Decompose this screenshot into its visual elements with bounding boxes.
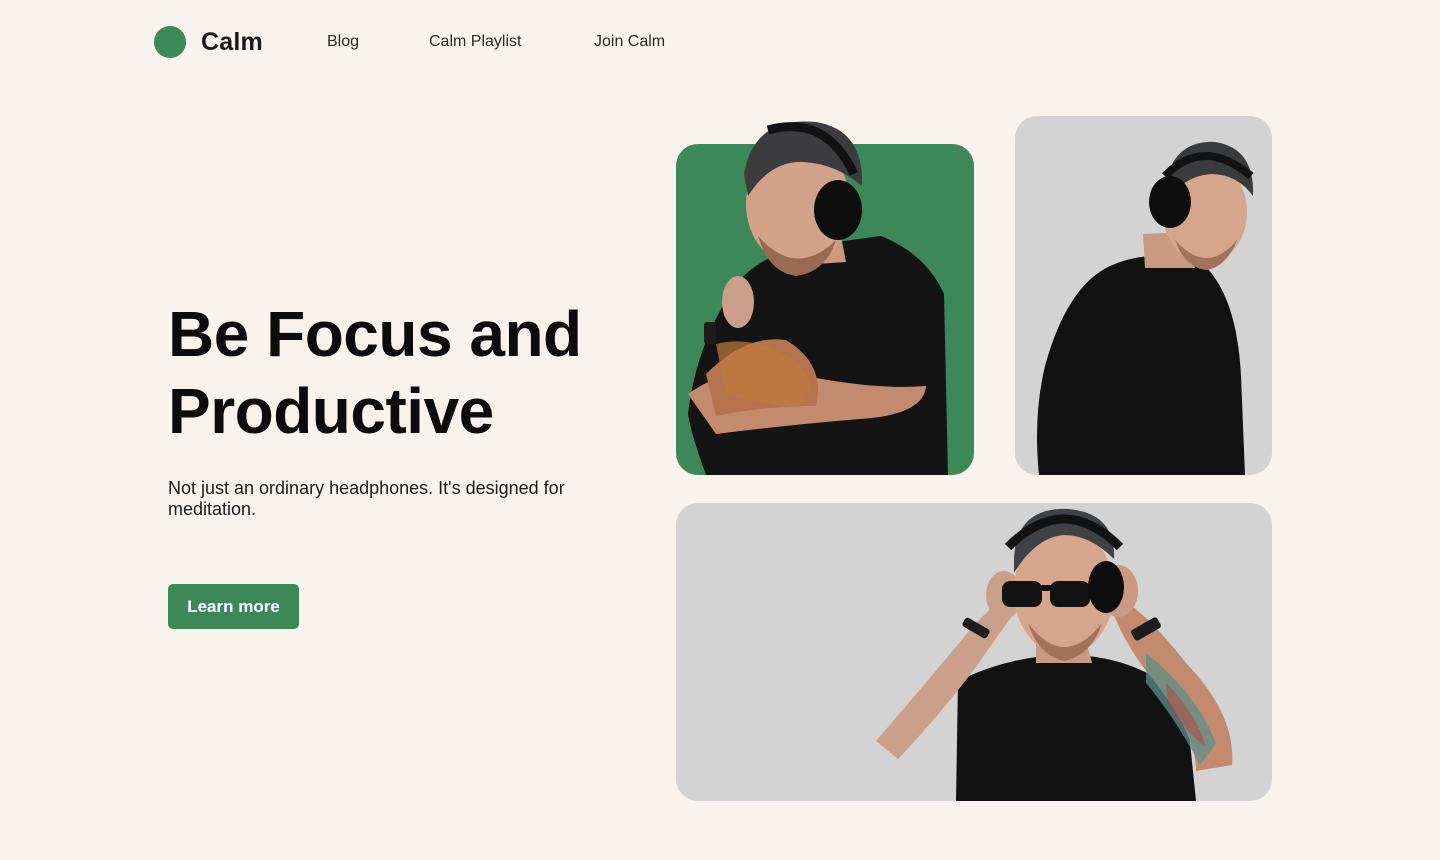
nav-link-calm-playlist[interactable]: Calm Playlist — [429, 33, 521, 51]
brand-name[interactable]: Calm — [201, 28, 263, 57]
hero-title: Be Focus and Productive — [168, 296, 628, 450]
learn-more-button[interactable]: Learn more — [168, 584, 299, 629]
landing-page: Calm Blog Calm Playlist Join Calm Be Foc… — [0, 0, 1440, 860]
photo-card-sunglasses — [676, 503, 1272, 801]
man-headphones-profile-image — [1037, 141, 1254, 475]
nav-link-blog[interactable]: Blog — [327, 33, 359, 51]
logo-icon[interactable] — [154, 26, 186, 58]
hero-title-line-1: Be Focus and — [168, 298, 582, 370]
man-headphones-sunglasses-image — [876, 508, 1233, 801]
photo-card-profile — [1015, 116, 1272, 475]
top-nav: Calm Blog Calm Playlist Join Calm — [0, 0, 1440, 84]
photo-card-arms-crossed — [676, 121, 974, 475]
nav-link-join-calm[interactable]: Join Calm — [594, 33, 665, 51]
hero-subtitle: Not just an ordinary headphones. It's de… — [168, 478, 565, 519]
hero-title-line-2: Productive — [168, 375, 494, 447]
man-headphones-arms-crossed-image — [688, 121, 948, 475]
